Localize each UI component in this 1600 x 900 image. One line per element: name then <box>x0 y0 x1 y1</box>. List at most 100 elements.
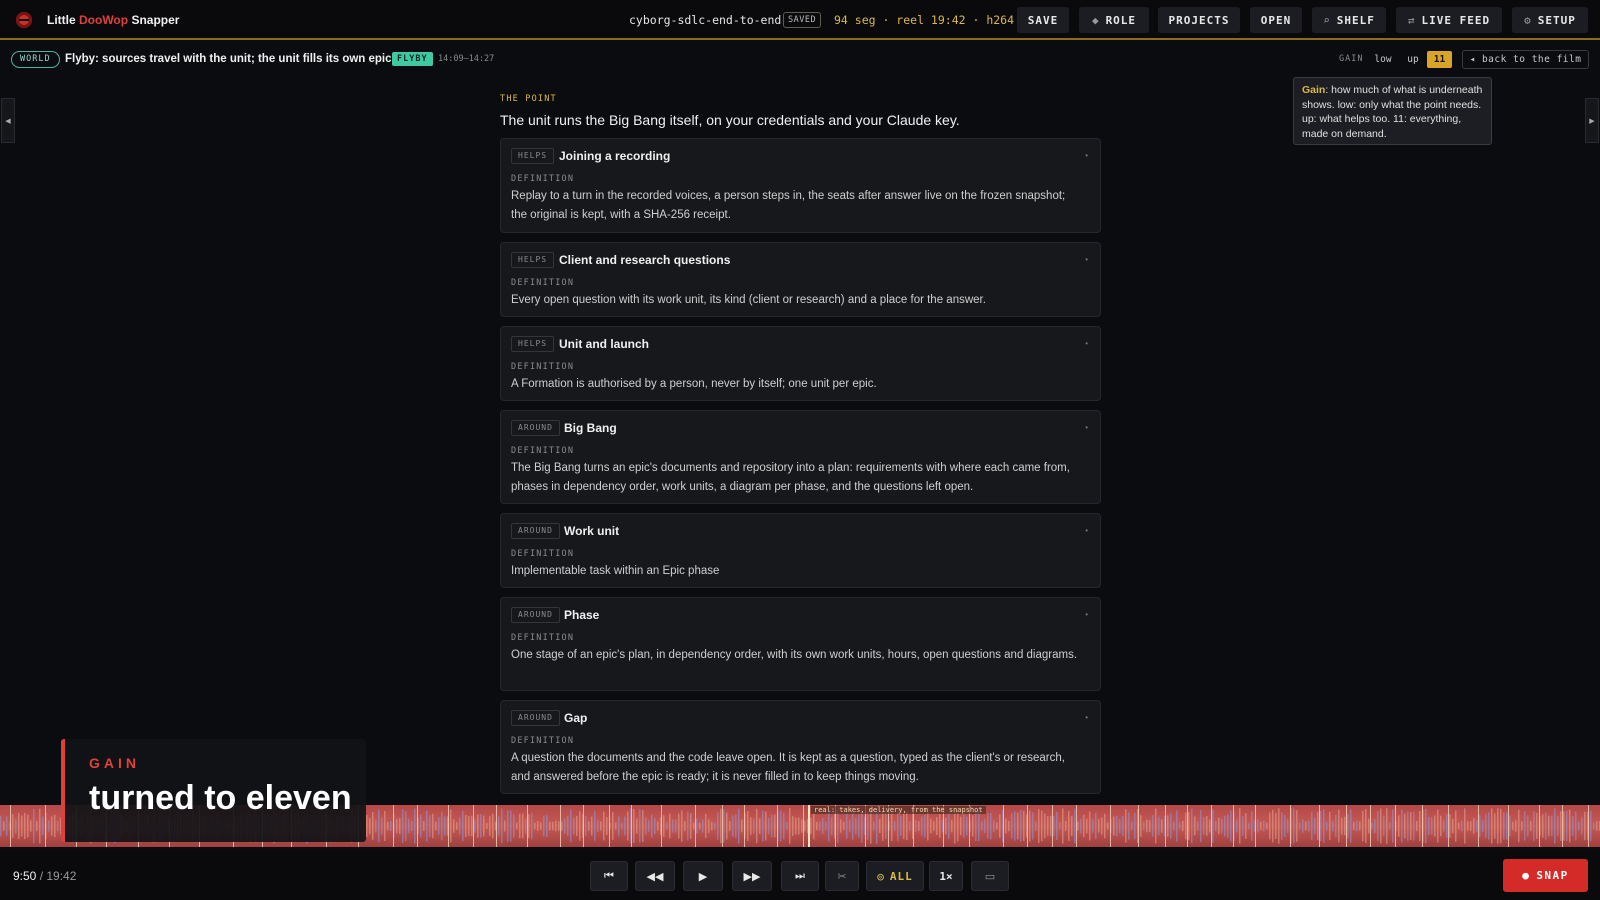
waveform-bar <box>1434 815 1436 837</box>
expand-dot-icon[interactable]: • <box>1085 255 1088 264</box>
play-button[interactable]: ▶ <box>683 861 723 891</box>
playhead[interactable] <box>808 805 810 847</box>
left-panel-handle[interactable]: ◀ <box>1 98 15 143</box>
waveform-bar <box>627 811 629 841</box>
waveform-bar <box>381 817 383 835</box>
waveform-bar <box>0 815 2 837</box>
waveform-bar <box>1452 818 1454 834</box>
point-kicker: THE POINT <box>500 94 557 104</box>
segment-marker <box>661 805 662 847</box>
snap-label: SNAP <box>1536 869 1569 882</box>
waveform-bar <box>654 817 656 835</box>
waveform-bar <box>825 821 827 831</box>
term-card[interactable]: AROUND Gap • DEFINITION A question the d… <box>500 700 1101 794</box>
waveform-bar <box>420 814 422 838</box>
waveform-bar <box>1320 810 1322 842</box>
scissors-button[interactable]: ✂ <box>825 861 859 891</box>
setup-label: SETUP <box>1537 13 1576 27</box>
waveform-bar <box>1059 822 1061 830</box>
gain-up-button[interactable]: up <box>1400 51 1426 68</box>
waveform-bar <box>27 814 29 838</box>
waveform-bar <box>879 819 881 833</box>
waveform-bar <box>1224 815 1226 837</box>
waveform-bar <box>828 810 830 842</box>
skip-to-start-button[interactable]: ⏮ <box>590 861 628 891</box>
waveform-bar <box>1293 808 1295 844</box>
waveform-bar <box>1371 822 1373 830</box>
waveform-bar <box>1473 818 1475 834</box>
waveform-bar <box>693 822 695 830</box>
waveform-bar <box>1569 809 1571 843</box>
waveform-bar <box>1197 821 1199 831</box>
waveform-bar <box>1158 816 1160 836</box>
expand-dot-icon[interactable]: • <box>1085 713 1088 722</box>
waveform-bar <box>1098 819 1100 833</box>
waveform-bar <box>1200 809 1202 843</box>
setup-button[interactable]: ⚙ SETUP <box>1512 7 1588 33</box>
waveform-bar <box>492 813 494 839</box>
snap-button[interactable]: ● SNAP <box>1503 859 1588 892</box>
back-to-film-button[interactable]: ◂ back to the film <box>1462 50 1589 69</box>
rewind-button[interactable]: ◀◀ <box>635 861 675 891</box>
waveform-bar <box>594 811 596 841</box>
subtitles-icon: ▭ <box>984 870 996 883</box>
waveform-bar <box>786 822 788 830</box>
flyby-title: Flyby: sources travel with the unit; the… <box>65 53 392 65</box>
subtitles-button[interactable]: ▭ <box>971 861 1009 891</box>
right-panel-handle[interactable]: ▶ <box>1585 98 1599 143</box>
live-feed-button[interactable]: ⇄ LIVE FEED <box>1396 7 1502 33</box>
save-button[interactable]: SAVE <box>1017 7 1069 33</box>
segment-marker <box>744 805 745 847</box>
gear-icon: ⚙ <box>1524 13 1532 27</box>
expand-dot-icon[interactable]: • <box>1085 610 1088 619</box>
term-card[interactable]: AROUND Phase • DEFINITION One stage of a… <box>500 597 1101 691</box>
world-badge[interactable]: WORLD <box>11 51 60 68</box>
waveform-bar <box>795 817 797 835</box>
expand-dot-icon[interactable]: • <box>1085 339 1088 348</box>
speed-button[interactable]: 1× <box>929 861 963 891</box>
gain-low-button[interactable]: low <box>1370 51 1396 68</box>
waveform-bar <box>1578 821 1580 831</box>
term-card[interactable]: AROUND Big Bang • DEFINITION The Big Ban… <box>500 410 1101 504</box>
term-card[interactable]: AROUND Work unit • DEFINITION Implementa… <box>500 513 1101 588</box>
flyby-bar: WORLD Flyby: sources travel with the uni… <box>0 44 1600 74</box>
waveform-bar <box>981 821 983 831</box>
waveform-bar <box>1116 815 1118 837</box>
waveform-bar <box>1185 812 1187 840</box>
all-filter-button[interactable]: ◎ ALL <box>866 861 924 891</box>
shelf-button[interactable]: ⌕ SHELF <box>1312 7 1386 33</box>
projects-button[interactable]: PROJECTS <box>1158 7 1240 33</box>
waveform-bar <box>1155 808 1157 844</box>
brand-accent: DooWop <box>79 13 129 27</box>
waveform-bar <box>972 815 974 837</box>
waveform-bar <box>1374 818 1376 834</box>
expand-dot-icon[interactable]: • <box>1085 423 1088 432</box>
role-button[interactable]: ◆ ROLE <box>1079 7 1149 33</box>
waveform-bar <box>711 821 713 831</box>
gain-eleven-button[interactable]: 11 <box>1427 51 1452 68</box>
expand-dot-icon[interactable]: • <box>1085 151 1088 160</box>
segment-marker <box>560 805 561 847</box>
waveform-bar <box>1506 812 1508 840</box>
search-icon: ⌕ <box>1323 13 1331 27</box>
waveform-bar <box>924 814 926 838</box>
term-card[interactable]: HELPS Unit and launch • DEFINITION A For… <box>500 326 1101 401</box>
waveform-bar <box>54 814 56 838</box>
gain-label: GAIN <box>1339 54 1364 64</box>
open-button[interactable]: OPEN <box>1250 7 1302 33</box>
term-card[interactable]: HELPS Joining a recording • DEFINITION R… <box>500 138 1101 233</box>
waveform-bar <box>759 818 761 834</box>
expand-dot-icon[interactable]: • <box>1085 526 1088 535</box>
waveform-bar <box>30 820 32 832</box>
waveform-bar <box>612 812 614 840</box>
waveform-bar <box>642 809 644 843</box>
waveform-bar <box>939 814 941 838</box>
waveform-bar <box>720 808 722 844</box>
segment-marker <box>417 805 418 847</box>
waveform-bar <box>1407 811 1409 841</box>
skip-to-end-button[interactable]: ⏭ <box>781 861 819 891</box>
waveform-bar <box>558 821 560 831</box>
waveform-bar <box>480 814 482 838</box>
fast-forward-button[interactable]: ▶▶ <box>732 861 772 891</box>
term-card[interactable]: HELPS Client and research questions • DE… <box>500 242 1101 317</box>
